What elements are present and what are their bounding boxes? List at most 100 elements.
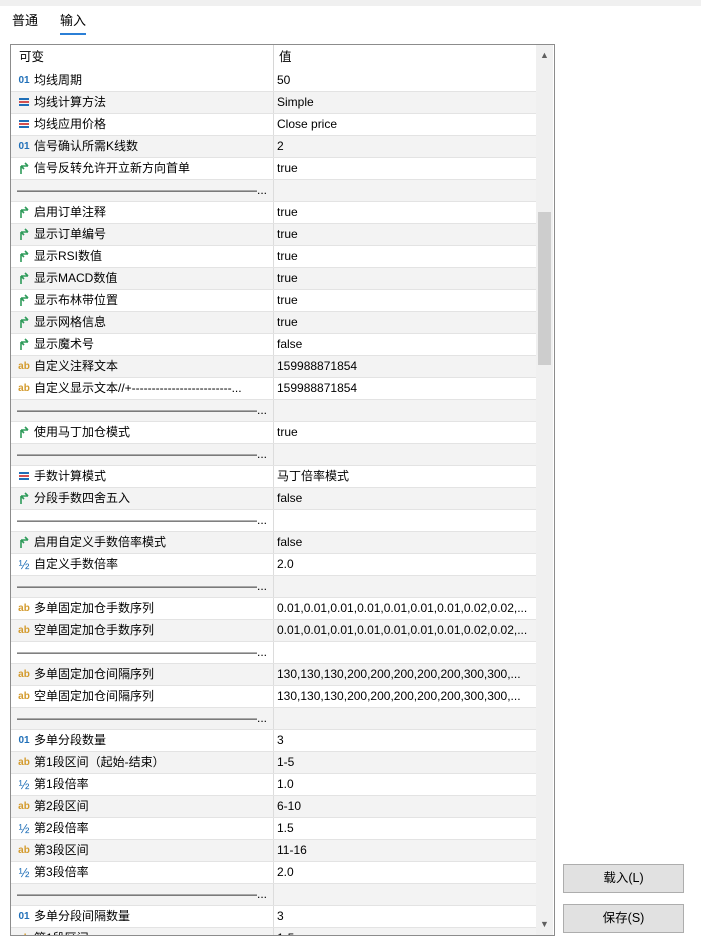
- parameter-value[interactable]: 2.0: [277, 554, 532, 575]
- table-row[interactable]: 显示RSI数值 true: [11, 246, 536, 268]
- parameter-value[interactable]: 11-16: [277, 840, 532, 861]
- parameter-value[interactable]: 6-10: [277, 796, 532, 817]
- cell-divider: [273, 554, 274, 575]
- table-row[interactable]: ab 第3段区间 11-16: [11, 840, 536, 862]
- table-row[interactable]: ½ 自定义手数倍率 2.0: [11, 554, 536, 576]
- parameter-value[interactable]: 0.01,0.01,0.01,0.01,0.01,0.01,0.01,0.02,…: [277, 598, 532, 619]
- cell-divider: [273, 268, 274, 289]
- table-row[interactable]: ————————————————————...: [11, 708, 536, 730]
- bool-arrow-icon: [15, 532, 33, 553]
- tab-inputs[interactable]: 输入: [60, 10, 87, 35]
- table-row[interactable]: 显示魔术号 false: [11, 334, 536, 356]
- column-divider[interactable]: [273, 45, 274, 70]
- parameter-value[interactable]: 马丁倍率模式: [277, 466, 532, 487]
- parameter-value[interactable]: true: [277, 312, 532, 333]
- table-row[interactable]: 均线应用价格 Close price: [11, 114, 536, 136]
- parameter-value[interactable]: 1-5: [277, 752, 532, 773]
- table-row[interactable]: 01 均线周期 50: [11, 70, 536, 92]
- table-row[interactable]: ½ 第1段倍率 1.0: [11, 774, 536, 796]
- table-row[interactable]: 使用马丁加仓模式 true: [11, 422, 536, 444]
- parameter-value[interactable]: [277, 444, 532, 465]
- cell-divider: [273, 664, 274, 685]
- parameter-value[interactable]: 130,130,130,200,200,200,200,200,300,300,…: [277, 664, 532, 685]
- table-row[interactable]: ————————————————————...: [11, 576, 536, 598]
- parameter-value[interactable]: Simple: [277, 92, 532, 113]
- table-row[interactable]: ½ 第2段倍率 1.5: [11, 818, 536, 840]
- parameter-value[interactable]: false: [277, 532, 532, 553]
- parameter-value[interactable]: true: [277, 422, 532, 443]
- table-row[interactable]: 显示网格信息 true: [11, 312, 536, 334]
- parameter-value[interactable]: 2: [277, 136, 532, 157]
- vertical-scrollbar[interactable]: ▲ ▼: [536, 45, 553, 935]
- table-row[interactable]: ————————————————————...: [11, 510, 536, 532]
- string-icon: ab: [15, 928, 33, 935]
- scroll-down-icon[interactable]: ▼: [536, 916, 553, 933]
- scroll-up-icon[interactable]: ▲: [536, 47, 553, 64]
- parameter-value[interactable]: 159988871854: [277, 356, 532, 377]
- table-row[interactable]: 显示布林带位置 true: [11, 290, 536, 312]
- table-row[interactable]: ½ 第3段倍率 2.0: [11, 862, 536, 884]
- cell-divider: [273, 114, 274, 135]
- parameter-value[interactable]: true: [277, 268, 532, 289]
- tab-common[interactable]: 普通: [12, 10, 38, 29]
- table-row[interactable]: ab第1段区间 1-5: [11, 928, 536, 935]
- table-row[interactable]: ab 空单固定加仓间隔序列 130,130,130,200,200,200,200,…: [11, 686, 536, 708]
- parameter-value[interactable]: 2.0: [277, 862, 532, 883]
- table-row[interactable]: 手数计算模式 马丁倍率模式: [11, 466, 536, 488]
- table-row[interactable]: ab 自定义显示文本//+-------------------------...…: [11, 378, 536, 400]
- column-header-variable[interactable]: 可变: [19, 45, 44, 70]
- table-row[interactable]: 01 多单分段间隔数量 3: [11, 906, 536, 928]
- table-row[interactable]: ————————————————————...: [11, 180, 536, 202]
- parameter-value[interactable]: [277, 400, 532, 421]
- cell-divider: [273, 598, 274, 619]
- table-row[interactable]: 启用订单注释 true: [11, 202, 536, 224]
- table-row[interactable]: 01 多单分段数量 3: [11, 730, 536, 752]
- table-row[interactable]: ————————————————————...: [11, 400, 536, 422]
- table-row[interactable]: ————————————————————...: [11, 642, 536, 664]
- table-row[interactable]: ab 多单固定加仓间隔序列 130,130,130,200,200,200,200,…: [11, 664, 536, 686]
- table-row[interactable]: 显示订单编号 true: [11, 224, 536, 246]
- parameter-value[interactable]: true: [277, 246, 532, 267]
- parameter-value[interactable]: false: [277, 334, 532, 355]
- parameter-value[interactable]: Close price: [277, 114, 532, 135]
- parameter-value[interactable]: [277, 576, 532, 597]
- parameter-value[interactable]: [277, 708, 532, 729]
- column-header-value[interactable]: 值: [279, 45, 292, 70]
- table-row[interactable]: 信号反转允许开立新方向首单 true: [11, 158, 536, 180]
- parameter-value[interactable]: [277, 642, 532, 663]
- parameter-value[interactable]: 1.5: [277, 818, 532, 839]
- parameter-value[interactable]: 130,130,130,200,200,200,200,200,300,300,…: [277, 686, 532, 707]
- parameter-name: 多单固定加仓手数序列: [34, 601, 155, 615]
- table-row[interactable]: 01 信号确认所需K线数 2: [11, 136, 536, 158]
- parameter-value[interactable]: 1.0: [277, 774, 532, 795]
- table-row[interactable]: ab 多单固定加仓手数序列 0.01,0.01,0.01,0.01,0.01,0.0…: [11, 598, 536, 620]
- parameter-value[interactable]: [277, 884, 532, 905]
- parameter-value[interactable]: true: [277, 202, 532, 223]
- table-row[interactable]: 显示MACD数值 true: [11, 268, 536, 290]
- parameter-value[interactable]: true: [277, 224, 532, 245]
- parameter-value[interactable]: [277, 510, 532, 531]
- parameter-value[interactable]: 159988871854: [277, 378, 532, 399]
- table-row[interactable]: ab 空单固定加仓手数序列 0.01,0.01,0.01,0.01,0.01,0.0…: [11, 620, 536, 642]
- cell-divider: [273, 686, 274, 707]
- table-row[interactable]: ab 第2段区间 6-10: [11, 796, 536, 818]
- parameter-value[interactable]: true: [277, 290, 532, 311]
- table-row[interactable]: ————————————————————...: [11, 444, 536, 466]
- table-row[interactable]: 启用自定义手数倍率模式 false: [11, 532, 536, 554]
- parameter-value[interactable]: true: [277, 158, 532, 179]
- save-button[interactable]: 保存(S): [563, 904, 684, 933]
- table-row[interactable]: 分段手数四舍五入 false: [11, 488, 536, 510]
- parameter-value[interactable]: 1-5: [277, 928, 532, 935]
- parameter-value[interactable]: false: [277, 488, 532, 509]
- table-row[interactable]: ab 第1段区间（起始-结束） 1-5: [11, 752, 536, 774]
- parameter-value[interactable]: 3: [277, 730, 532, 751]
- table-row[interactable]: ————————————————————...: [11, 884, 536, 906]
- table-row[interactable]: 均线计算方法 Simple: [11, 92, 536, 114]
- scrollbar-thumb[interactable]: [538, 212, 551, 365]
- parameter-value[interactable]: [277, 180, 532, 201]
- parameter-value[interactable]: 3: [277, 906, 532, 927]
- load-button[interactable]: 载入(L): [563, 864, 684, 893]
- table-row[interactable]: ab 自定义注释文本 159988871854: [11, 356, 536, 378]
- parameter-value[interactable]: 0.01,0.01,0.01,0.01,0.01,0.01,0.01,0.02,…: [277, 620, 532, 641]
- parameter-value[interactable]: 50: [277, 70, 532, 91]
